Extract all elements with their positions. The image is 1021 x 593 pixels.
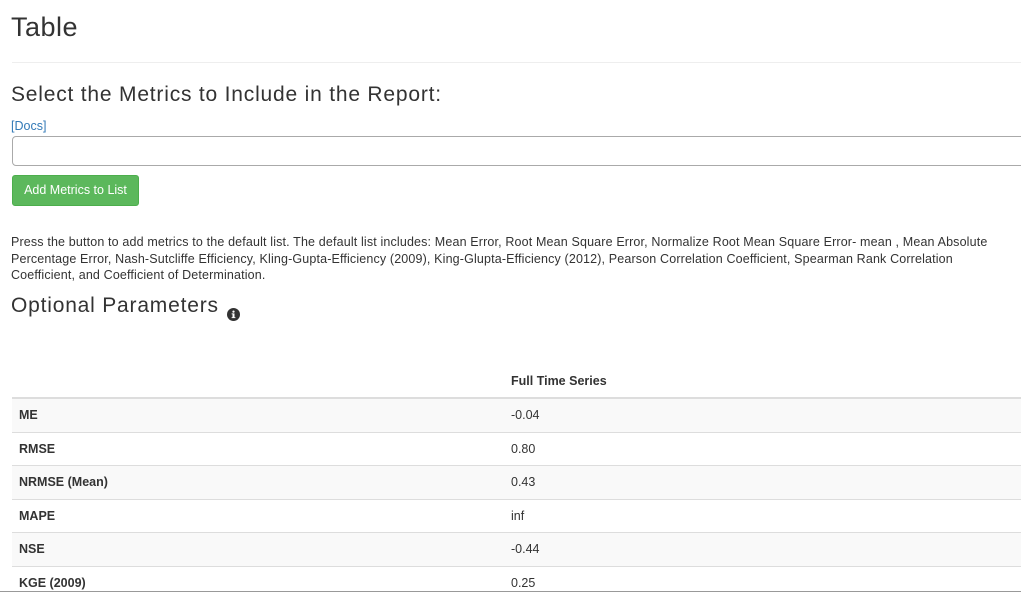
page-title: Table	[11, 12, 79, 42]
page: Table Select the Metrics to Include in t…	[0, 0, 1021, 593]
title-divider	[12, 62, 1021, 63]
default-metrics-description: Press the button to add metrics to the d…	[11, 235, 988, 283]
metric-name-cell: NSE	[12, 532, 504, 566]
table-row: NRMSE (Mean) 0.43	[12, 465, 1021, 499]
column-header-full-time-series: Full Time Series	[504, 364, 1021, 399]
metric-value-cell: 0.80	[504, 431, 1021, 466]
metric-value-cell: -0.44	[504, 532, 1021, 566]
metric-name-cell: MAPE	[12, 498, 504, 533]
table-row: NSE -0.44	[12, 532, 1021, 566]
info-circle-icon[interactable]	[226, 301, 240, 321]
metric-name-cell: RMSE	[12, 431, 504, 466]
metric-value-cell: 0.43	[504, 465, 1021, 499]
results-table: Full Time Series ME -0.04 RMSE 0.80 NRMS…	[12, 364, 1021, 593]
optional-parameters-label: Optional Parameters	[11, 294, 219, 317]
metrics-section-heading: Select the Metrics to Include in the Rep…	[11, 83, 442, 106]
metric-name-cell: NRMSE (Mean)	[12, 465, 504, 499]
metric-value-cell: -0.04	[504, 397, 1021, 432]
metrics-select-input[interactable]	[12, 136, 1021, 166]
docs-link[interactable]: [Docs]	[11, 118, 46, 134]
table-row: RMSE 0.80	[12, 431, 1021, 466]
add-metrics-button[interactable]: Add Metrics to List	[12, 175, 139, 206]
metric-value-cell: 0.25	[504, 565, 1021, 593]
table-row: KGE (2009) 0.25	[12, 565, 1021, 593]
viewport-bottom-border	[0, 591, 1021, 592]
column-header-metric	[12, 364, 504, 399]
table-row: ME -0.04	[12, 397, 1021, 432]
table-row: MAPE inf	[12, 498, 1021, 533]
metric-value-cell: inf	[504, 498, 1021, 533]
metric-name-cell: ME	[12, 397, 504, 432]
metric-name-cell: KGE (2009)	[12, 565, 504, 593]
optional-parameters-heading[interactable]: Optional Parameters	[11, 292, 240, 321]
table-header-row: Full Time Series	[12, 364, 1021, 399]
